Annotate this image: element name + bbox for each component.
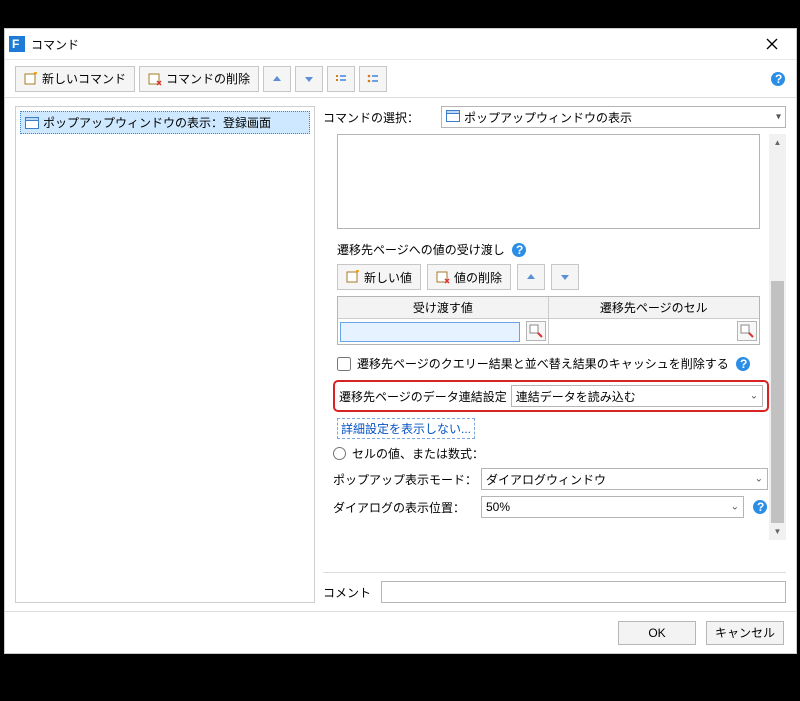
values-col-target: 遷移先ページのセル	[549, 297, 759, 318]
scrollbar-thumb[interactable]	[771, 281, 784, 523]
source-value-cell[interactable]	[338, 318, 549, 344]
delete-command-label: コマンドの削除	[166, 70, 250, 87]
data-bind-setting-select[interactable]: 連結データを読み込む ⌄	[511, 385, 763, 407]
cell-picker-button[interactable]	[737, 321, 757, 341]
command-select-row: コマンドの選択： ポップアップウィンドウの表示 ▾	[323, 106, 786, 128]
window-icon	[25, 117, 39, 129]
scroll-region: 遷移先ページへの値の受け渡し ? 新しい値 値の削除	[323, 134, 786, 540]
help-icon[interactable]: ?	[770, 71, 786, 87]
new-command-button[interactable]: 新しいコマンド	[15, 66, 135, 92]
ok-button[interactable]: OK	[618, 621, 696, 645]
close-button[interactable]	[752, 30, 792, 58]
cell-formula-label: セルの値、または数式：	[352, 445, 484, 462]
svg-text:?: ?	[757, 500, 764, 514]
window-title: コマンド	[31, 36, 752, 53]
command-dialog: F コマンド 新しいコマンド コマンドの削除 ?	[4, 28, 797, 654]
dialog-footer: OK キャンセル	[5, 611, 796, 653]
help-icon[interactable]: ?	[735, 356, 751, 372]
chevron-down-icon: ⌄	[755, 474, 763, 485]
values-table: 受け渡す値 遷移先ページのセル	[337, 296, 760, 345]
delete-value-label: 値の削除	[454, 269, 502, 286]
command-list-item[interactable]: ポップアップウィンドウの表示：登録画面	[20, 111, 310, 134]
titlebar: F コマンド	[5, 29, 796, 60]
delete-command-button[interactable]: コマンドの削除	[139, 66, 259, 92]
dialog-size-value: 50%	[486, 500, 510, 514]
table-row	[338, 318, 759, 344]
toolbar: 新しいコマンド コマンドの削除 ?	[5, 60, 796, 98]
help-icon[interactable]: ?	[511, 242, 527, 258]
scroll-up-button[interactable]: ▲	[769, 134, 786, 151]
cell-formula-radio-row: セルの値、または数式：	[333, 445, 768, 462]
list-view-2-button[interactable]	[359, 66, 387, 92]
new-value-label: 新しい値	[364, 269, 412, 286]
chevron-down-icon: ⌄	[750, 391, 758, 402]
popup-mode-value: ダイアログウィンドウ	[486, 471, 606, 488]
command-list[interactable]: ポップアップウィンドウの表示：登録画面	[15, 106, 315, 603]
cancel-button[interactable]: キャンセル	[706, 621, 784, 645]
data-bind-setting-row: 遷移先ページのデータ連結設定 連結データを読み込む ⌄	[333, 380, 769, 412]
svg-text:?: ?	[740, 357, 747, 371]
chevron-down-icon: ⌄	[731, 502, 739, 513]
comment-row: コメント	[323, 572, 786, 603]
move-up-button[interactable]	[263, 66, 291, 92]
data-bind-setting-label: 遷移先ページのデータ連結設定	[339, 388, 507, 405]
svg-text:F: F	[12, 37, 19, 51]
dialog-size-select[interactable]: 50% ⌄	[481, 496, 744, 518]
cell-formula-radio[interactable]	[333, 447, 346, 460]
popup-mode-label: ポップアップ表示モード：	[333, 471, 473, 488]
dialog-size-label: ダイアログの表示位置：	[333, 499, 473, 516]
svg-text:?: ?	[516, 243, 523, 257]
command-list-item-label: ポップアップウィンドウの表示：登録画面	[43, 114, 271, 131]
target-value-cell[interactable]	[549, 318, 759, 344]
data-bind-setting-value: 連結データを読み込む	[516, 388, 636, 405]
command-select-value: ポップアップウィンドウの表示	[464, 109, 632, 126]
vertical-scrollbar[interactable]: ▲ ▼	[769, 134, 786, 540]
scroll-down-button[interactable]: ▼	[769, 523, 786, 540]
help-icon[interactable]: ?	[752, 499, 768, 515]
source-value-input[interactable]	[340, 322, 520, 342]
comment-input[interactable]	[381, 581, 786, 603]
target-page-box[interactable]	[337, 134, 760, 229]
svg-text:?: ?	[775, 72, 782, 86]
dialog-body: ポップアップウィンドウの表示：登録画面 コマンドの選択： ポップアップウィンドウ…	[5, 98, 796, 611]
popup-mode-select[interactable]: ダイアログウィンドウ ⌄	[481, 468, 768, 490]
comment-label: コメント	[323, 584, 371, 601]
cache-clear-row: 遷移先ページのクエリー結果と並べ替え結果のキャッシュを削除する ?	[337, 355, 768, 372]
command-select-label: コマンドの選択：	[323, 109, 433, 126]
value-move-down-button[interactable]	[551, 264, 579, 290]
move-down-button[interactable]	[295, 66, 323, 92]
hide-advanced-link[interactable]: 詳細設定を表示しない...	[337, 418, 475, 439]
app-icon: F	[9, 36, 25, 52]
chevron-down-icon: ▾	[776, 112, 781, 123]
command-editor: コマンドの選択： ポップアップウィンドウの表示 ▾ 遷移先ページへの値の受け渡し	[323, 106, 786, 603]
value-transfer-heading: 遷移先ページへの値の受け渡し	[337, 241, 505, 258]
popup-mode-row: ポップアップ表示モード： ダイアログウィンドウ ⌄	[333, 468, 768, 490]
value-move-up-button[interactable]	[517, 264, 545, 290]
new-command-label: 新しいコマンド	[42, 70, 126, 87]
value-toolbar: 新しい値 値の削除	[337, 264, 768, 290]
new-value-button[interactable]: 新しい値	[337, 264, 421, 290]
cell-picker-button[interactable]	[526, 321, 546, 341]
cache-clear-label: 遷移先ページのクエリー結果と並べ替え結果のキャッシュを削除する	[357, 355, 729, 372]
cache-clear-checkbox[interactable]	[337, 357, 351, 371]
values-col-source: 受け渡す値	[338, 297, 549, 318]
command-select[interactable]: ポップアップウィンドウの表示 ▾	[441, 106, 786, 128]
dialog-size-row: ダイアログの表示位置： 50% ⌄ ?	[333, 496, 768, 518]
window-icon	[446, 110, 460, 125]
delete-value-button[interactable]: 値の削除	[427, 264, 511, 290]
value-transfer-heading-row: 遷移先ページへの値の受け渡し ?	[337, 241, 768, 258]
list-view-1-button[interactable]	[327, 66, 355, 92]
